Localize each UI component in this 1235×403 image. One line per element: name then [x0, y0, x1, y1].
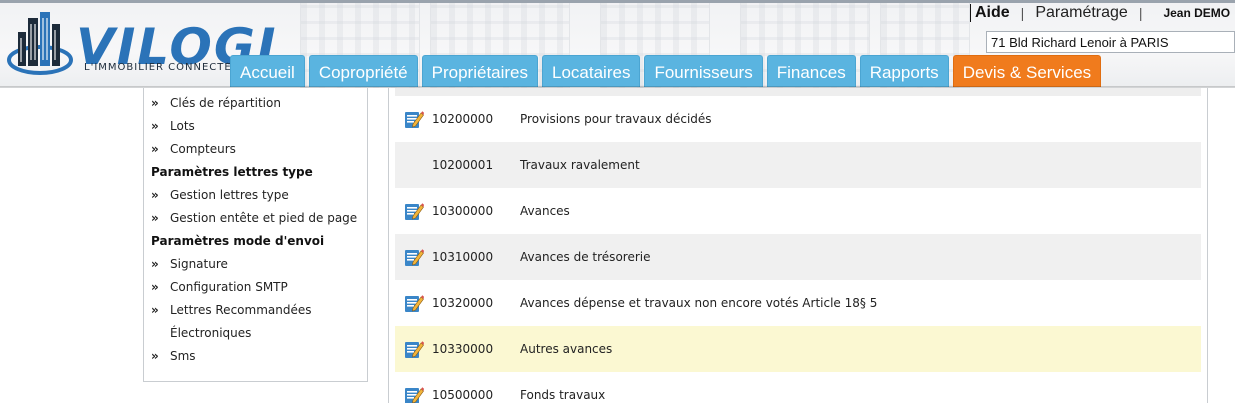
sidebar-item[interactable]: » Gestion lettres type: [144, 184, 367, 207]
settings-sidebar: » Clés de répartition » Lots » Compteurs Param…: [143, 88, 368, 382]
sidebar-item[interactable]: » Signature: [144, 253, 367, 276]
sidebar-item-label: Clés de répartition: [170, 96, 281, 110]
vilogi-logo[interactable]: VILOGI L'IMMOBILIER CONNECTÉ: [6, 10, 276, 86]
account-label: Avances dépense et travaux non encore vo…: [520, 296, 878, 310]
sidebar-item-label: Configuration SMTP: [170, 280, 288, 294]
edit-note-icon[interactable]: [395, 293, 432, 313]
sidebar-section-heading: Paramètres mode d'envoi: [151, 234, 325, 248]
sidebar-item-label: Sms: [170, 349, 196, 363]
account-code: 10330000: [432, 342, 494, 356]
chevron-right-icon: »: [151, 280, 159, 294]
chevron-right-icon: »: [151, 257, 159, 271]
account-label: Provisions pour travaux décidés: [520, 112, 712, 126]
account-row[interactable]: 10500000 Fonds travaux: [395, 372, 1201, 403]
link-separator: |: [1020, 5, 1025, 21]
sidebar-item-label: Signature: [170, 257, 228, 271]
chevron-right-icon: »: [151, 349, 159, 363]
user-name-link[interactable]: Jean DEMO: [1163, 6, 1230, 20]
account-code: 10200000: [432, 112, 494, 126]
account-label: Avances de trésorerie: [520, 250, 651, 264]
account-label: Autres avances: [520, 342, 613, 356]
chevron-right-icon: »: [151, 96, 159, 110]
account-code: 10500000: [432, 388, 494, 402]
edit-note-icon[interactable]: [395, 247, 432, 267]
sidebar-item-label: Électroniques: [170, 326, 252, 340]
sidebar-item[interactable]: » Configuration SMTP: [144, 276, 367, 299]
chevron-right-icon: »: [151, 211, 159, 225]
tab-rapports[interactable]: Rapports: [859, 55, 949, 87]
tab-finances[interactable]: Finances: [766, 55, 856, 87]
account-row[interactable]: 10300000 Avances: [395, 188, 1201, 234]
sidebar-item[interactable]: » Sms: [144, 345, 367, 368]
accounts-panel: 10200000 Provisions pour travaux décidés 1…: [388, 88, 1208, 403]
account-row[interactable]: 10330000 Autres avances: [395, 326, 1201, 372]
tab-devis-services[interactable]: Devis & Services: [952, 55, 1102, 87]
edit-slot-empty: [395, 155, 432, 175]
chevron-right-icon: »: [151, 142, 159, 156]
tab-locataires[interactable]: Locataires: [542, 55, 641, 87]
help-link[interactable]: Aide: [975, 4, 1010, 22]
sidebar-item[interactable]: Électroniques: [144, 322, 367, 345]
sidebar-item-label: Lettres Recommandées: [170, 303, 312, 317]
sidebar-item[interactable]: » Lots: [144, 115, 367, 138]
property-address-field[interactable]: [986, 31, 1235, 53]
account-row[interactable]: 10320000 Avances dépense et travaux non e…: [395, 280, 1201, 326]
chevron-right-icon: »: [151, 303, 159, 317]
account-label: Avances: [520, 204, 570, 218]
account-row[interactable]: 10310000 Avances de trésorerie: [395, 234, 1201, 280]
sidebar-item-label: Lots: [170, 119, 195, 133]
sidebar-menu: » Clés de répartition » Lots » Compteurs Param…: [144, 88, 367, 368]
previous-row-remnant: [395, 88, 1201, 96]
sidebar-item[interactable]: » Compteurs: [144, 138, 367, 161]
sidebar-item[interactable]: » Lettres Recommandées: [144, 299, 367, 322]
chevron-right-icon: »: [151, 119, 159, 133]
header-divider: [970, 4, 971, 22]
sidebar-item[interactable]: » Clés de répartition: [144, 92, 367, 115]
account-label: Fonds travaux: [520, 388, 606, 402]
building-logo-icon: [7, 12, 73, 75]
account-row[interactable]: 10200001 Travaux ravalement: [395, 142, 1201, 188]
sidebar-item[interactable]: » Gestion entête et pied de page: [144, 207, 367, 230]
account-code: 10200001: [432, 158, 494, 172]
account-code: 10320000: [432, 296, 494, 310]
account-code: 10300000: [432, 204, 494, 218]
tab-copropriete[interactable]: Copropriété: [308, 55, 418, 87]
sidebar-section-heading: Paramètres lettres type: [151, 165, 313, 179]
app-header: VILOGI L'IMMOBILIER CONNECTÉ Aide | Para…: [0, 0, 1235, 88]
main-navigation: Accueil Copropriété Propriétaires Locataire…: [230, 55, 1105, 87]
accounts-list: 10200000 Provisions pour travaux décidés 1…: [395, 96, 1201, 403]
edit-note-icon[interactable]: [395, 109, 432, 129]
account-row[interactable]: 10200000 Provisions pour travaux décidés: [395, 96, 1201, 142]
account-code: 10310000: [432, 250, 494, 264]
edit-note-icon[interactable]: [395, 385, 432, 403]
sidebar-item-label: Compteurs: [170, 142, 236, 156]
sidebar-item-label: Gestion entête et pied de page: [170, 211, 358, 225]
link-separator: |: [1138, 5, 1143, 21]
edit-note-icon[interactable]: [395, 201, 432, 221]
account-label: Travaux ravalement: [520, 158, 640, 172]
sidebar-item-label: Gestion lettres type: [170, 188, 289, 202]
chevron-right-icon: »: [151, 188, 159, 202]
tab-accueil[interactable]: Accueil: [230, 55, 305, 87]
edit-note-icon[interactable]: [395, 339, 432, 359]
tab-fournisseurs[interactable]: Fournisseurs: [644, 55, 763, 87]
tab-proprietaires[interactable]: Propriétaires: [421, 55, 539, 87]
settings-link[interactable]: Paramétrage: [1035, 4, 1128, 22]
header-links: Aide | Paramétrage | Jean DEMO: [970, 3, 1230, 23]
